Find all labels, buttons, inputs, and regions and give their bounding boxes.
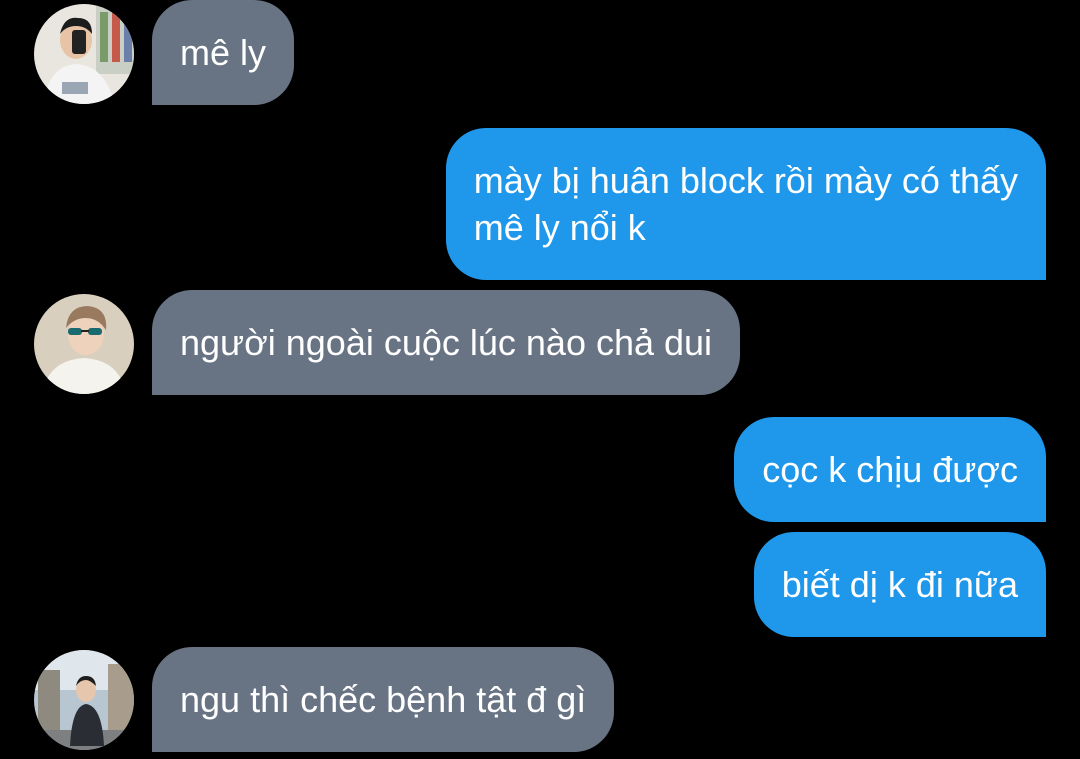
avatar[interactable] — [34, 650, 134, 750]
chat-thread: mê ly mày bị huân block rồi mày có thấy … — [0, 0, 1080, 759]
avatar[interactable] — [34, 4, 134, 104]
message-bubble-incoming[interactable]: ngu thì chếc bệnh tật đ gì — [152, 647, 615, 752]
avatar[interactable] — [34, 294, 134, 394]
message-text: biết dị k đi nữa — [781, 564, 1018, 605]
message-bubble-outgoing[interactable]: biết dị k đi nữa — [753, 532, 1046, 637]
message-text-line: mê ly nổi k — [473, 207, 646, 248]
message-text: ngu thì chếc bệnh tật đ gì — [180, 679, 587, 720]
message-bubble-outgoing[interactable]: mày bị huân block rồi mày có thấy mê ly … — [445, 128, 1046, 280]
message-bubble-outgoing[interactable]: cọc k chịu được — [734, 417, 1046, 522]
message-text: mê ly — [180, 32, 267, 73]
message-text: cọc k chịu được — [762, 449, 1018, 490]
message-text: người ngoài cuộc lúc nào chả dui — [180, 322, 713, 363]
avatar-photo-icon — [34, 4, 134, 104]
message-bubble-incoming[interactable]: mê ly — [152, 0, 295, 105]
message-text-line: mày bị huân block rồi mày có thấy — [473, 160, 1018, 201]
avatar-photo-icon — [34, 294, 134, 394]
message-bubble-incoming[interactable]: người ngoài cuộc lúc nào chả dui — [152, 290, 741, 395]
avatar-photo-icon — [34, 650, 134, 750]
